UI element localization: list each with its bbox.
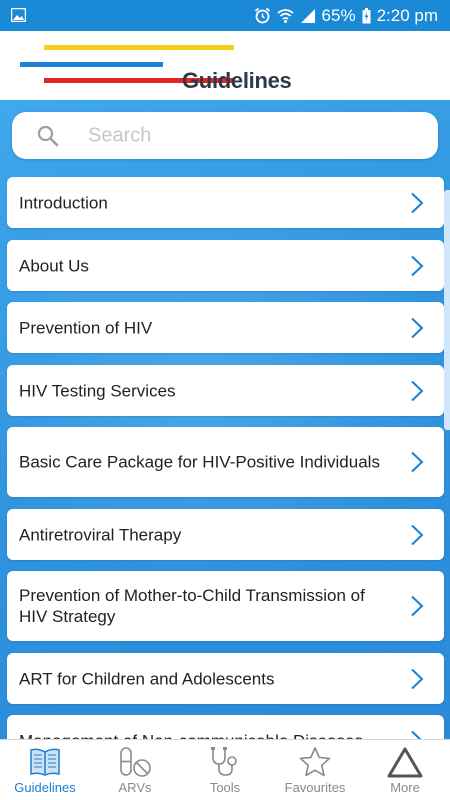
- search-input[interactable]: Search: [88, 124, 151, 147]
- gallery-icon: [11, 8, 26, 22]
- status-bar: 65% 2:20 pm: [0, 0, 450, 31]
- star-icon: [298, 746, 332, 783]
- battery-percent: 65%: [321, 5, 356, 25]
- tab-label: More: [390, 780, 420, 795]
- chevron-right-icon: [410, 451, 424, 478]
- tab-favourites[interactable]: Favourites: [270, 740, 360, 800]
- pills-icon: [117, 746, 153, 783]
- tab-label: Favourites: [284, 780, 346, 795]
- list-item-basic-care-package[interactable]: Basic Care Package for HIV-Positive Indi…: [7, 427, 444, 497]
- list-item-hiv-testing-services[interactable]: HIV Testing Services: [7, 365, 444, 416]
- battery-icon: [362, 7, 371, 24]
- search-bar[interactable]: Search: [12, 112, 438, 159]
- stethoscope-icon: [208, 746, 242, 783]
- clock: 2:20 pm: [376, 5, 438, 25]
- tab-label: Guidelines: [14, 780, 76, 795]
- list-item-label: Basic Care Package for HIV-Positive Indi…: [19, 452, 380, 472]
- list-item-art-children-adolescents[interactable]: ART for Children and Adolescents: [7, 653, 444, 704]
- list-item-label: Introduction: [19, 193, 108, 212]
- book-icon: [28, 746, 62, 783]
- chevron-right-icon: [410, 595, 424, 622]
- list-item-label: Antiretroviral Therapy: [19, 525, 182, 544]
- list-item-label: Prevention of Mother-to-Child Transmissi…: [19, 586, 365, 626]
- list-item-antiretroviral-therapy[interactable]: Antiretroviral Therapy: [7, 509, 444, 560]
- scrollbar[interactable]: [444, 190, 450, 430]
- list-item-label: Prevention of HIV: [19, 318, 153, 337]
- list-item-label: Management of Non-communicable Diseases: [19, 730, 394, 739]
- list-item-label: HIV Testing Services: [19, 381, 176, 400]
- chevron-right-icon: [410, 317, 424, 344]
- content-area[interactable]: Search Introduction About Us Prevention …: [0, 100, 450, 739]
- chevron-right-icon: [410, 380, 424, 407]
- tab-tools[interactable]: Tools: [180, 740, 270, 800]
- app-header: Guidelines: [0, 31, 450, 100]
- list-item-introduction[interactable]: Introduction: [7, 177, 444, 228]
- chevron-right-icon: [410, 192, 424, 219]
- triangle-icon: [387, 746, 423, 783]
- tab-arvs[interactable]: ARVs: [90, 740, 180, 800]
- tab-guidelines[interactable]: Guidelines: [0, 740, 90, 800]
- bottom-tab-bar: Guidelines ARVs Tools Favourites More: [0, 739, 450, 800]
- chevron-right-icon: [410, 524, 424, 551]
- chevron-right-icon: [410, 255, 424, 282]
- list-item-pmtct-strategy[interactable]: Prevention of Mother-to-Child Transmissi…: [7, 571, 444, 641]
- chevron-right-icon: [410, 730, 424, 739]
- logo-yellow-bar: [44, 45, 234, 50]
- alarm-icon: [254, 7, 271, 24]
- signal-icon: [300, 8, 316, 24]
- tab-label: Tools: [209, 780, 241, 795]
- wifi-icon: [276, 8, 294, 24]
- search-icon: [37, 125, 59, 152]
- tab-label: ARVs: [118, 780, 152, 795]
- list-item-non-communicable-diseases[interactable]: Management of Non-communicable Diseases: [7, 715, 444, 739]
- logo-blue-bar: [20, 62, 163, 67]
- list-item-label: ART for Children and Adolescents: [19, 669, 275, 688]
- chevron-right-icon: [410, 668, 424, 695]
- list-item-about-us[interactable]: About Us: [7, 240, 444, 291]
- list-item-label: About Us: [19, 256, 89, 275]
- list-item-prevention-of-hiv[interactable]: Prevention of HIV: [7, 302, 444, 353]
- tab-more[interactable]: More: [360, 740, 450, 800]
- page-title: Guidelines: [182, 68, 292, 93]
